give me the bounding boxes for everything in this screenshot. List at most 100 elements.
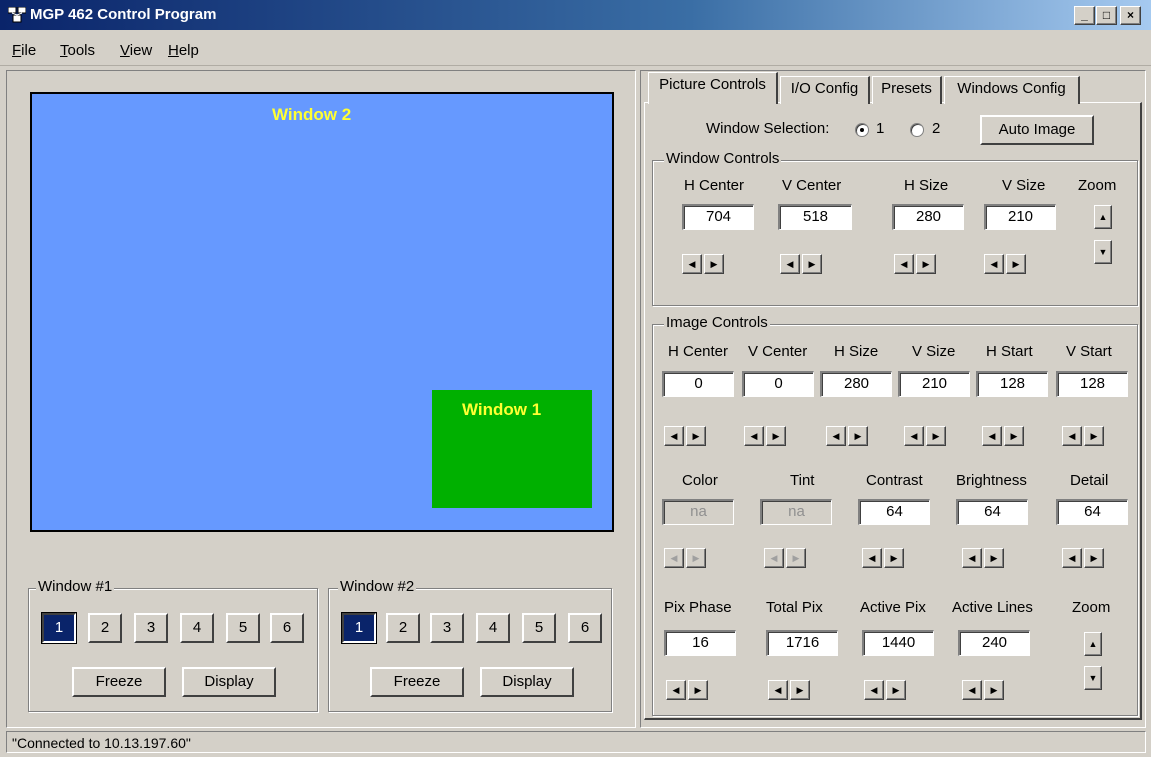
window-selection-radio-2[interactable] [910, 123, 924, 137]
window2-input-3[interactable]: 3 [430, 613, 464, 643]
ic-total-pix-label: Total Pix [766, 599, 823, 616]
ic-tint-right-arrow: ▶ [786, 548, 806, 568]
wc-v-center-right-arrow[interactable]: ▶ [802, 254, 822, 274]
ic-v-center-left-arrow[interactable]: ◀ [744, 426, 764, 446]
tab-io-config[interactable]: I/O Config [780, 76, 870, 104]
ic-v-start-left-arrow[interactable]: ◀ [1062, 426, 1082, 446]
ic-v-center-right-arrow[interactable]: ▶ [766, 426, 786, 446]
menu-view[interactable]: View [120, 42, 152, 59]
ic-brightness-left-arrow[interactable]: ◀ [962, 548, 982, 568]
ic-total-pix-right-arrow[interactable]: ▶ [790, 680, 810, 700]
ic-active-pix-right-arrow[interactable]: ▶ [886, 680, 906, 700]
auto-image-button[interactable]: Auto Image [980, 115, 1094, 145]
ic-contrast-right-arrow[interactable]: ▶ [884, 548, 904, 568]
window1-input-1[interactable]: 1 [41, 612, 77, 644]
ic-zoom-up[interactable]: ▲ [1084, 632, 1102, 656]
ic-detail-field[interactable]: 64 [1056, 499, 1128, 525]
window2-freeze-button[interactable]: Freeze [370, 667, 464, 697]
wc-h-center-field[interactable]: 704 [682, 204, 754, 230]
tab-picture-controls[interactable]: Picture Controls [648, 72, 778, 104]
menu-file[interactable]: File [12, 42, 36, 59]
wc-v-size-right-arrow[interactable]: ▶ [1006, 254, 1026, 274]
ic-tint-label: Tint [790, 472, 815, 489]
window2-input-2[interactable]: 2 [386, 613, 420, 643]
wc-zoom-up[interactable]: ▲ [1094, 205, 1112, 229]
ic-v-start-right-arrow[interactable]: ▶ [1084, 426, 1104, 446]
ic-contrast-field[interactable]: 64 [858, 499, 930, 525]
ic-h-start-label: H Start [986, 343, 1033, 360]
window2-display-button[interactable]: Display [480, 667, 574, 697]
ic-active-lines-field[interactable]: 240 [958, 630, 1030, 656]
wc-h-center-left-arrow[interactable]: ◀ [682, 254, 702, 274]
window2-input-6[interactable]: 6 [568, 613, 602, 643]
window1-display-button[interactable]: Display [182, 667, 276, 697]
wc-v-size-left-arrow[interactable]: ◀ [984, 254, 1004, 274]
window-title: MGP 462 Control Program [30, 6, 217, 23]
wc-v-center-field[interactable]: 518 [778, 204, 852, 230]
wc-h-center-right-arrow[interactable]: ▶ [704, 254, 724, 274]
ic-pix-phase-label: Pix Phase [664, 599, 732, 616]
tab-windows-config[interactable]: Windows Config [944, 76, 1080, 104]
window1-input-3[interactable]: 3 [134, 613, 168, 643]
window1-input-2[interactable]: 2 [88, 613, 122, 643]
window2-input-4[interactable]: 4 [476, 613, 510, 643]
ic-h-center-field[interactable]: 0 [662, 371, 734, 397]
ic-active-lines-left-arrow[interactable]: ◀ [962, 680, 982, 700]
window1-group-title: Window #1 [36, 578, 115, 595]
wc-zoom-down[interactable]: ▼ [1094, 240, 1112, 264]
ic-h-size-right-arrow[interactable]: ▶ [848, 426, 868, 446]
ic-total-pix-field[interactable]: 1716 [766, 630, 838, 656]
window2-input-1[interactable]: 1 [341, 612, 377, 644]
ic-brightness-field[interactable]: 64 [956, 499, 1028, 525]
ic-h-center-right-arrow[interactable]: ▶ [686, 426, 706, 446]
ic-total-pix-left-arrow[interactable]: ◀ [768, 680, 788, 700]
window1-input-6[interactable]: 6 [270, 613, 304, 643]
window-selection-radio-1[interactable] [855, 123, 869, 137]
wc-h-center-label: H Center [684, 177, 745, 194]
wc-v-size-field[interactable]: 210 [984, 204, 1056, 230]
window1-input-5[interactable]: 5 [226, 613, 260, 643]
ic-contrast-left-arrow[interactable]: ◀ [862, 548, 882, 568]
ic-zoom-down[interactable]: ▼ [1084, 666, 1102, 690]
ic-active-pix-field[interactable]: 1440 [862, 630, 934, 656]
menu-tools[interactable]: Tools [60, 42, 95, 59]
ic-h-size-label: H Size [834, 343, 879, 360]
window1-freeze-button[interactable]: Freeze [72, 667, 166, 697]
ic-pix-phase-left-arrow[interactable]: ◀ [666, 680, 686, 700]
ic-v-size-field[interactable]: 210 [898, 371, 970, 397]
maximize-button[interactable]: □ [1096, 6, 1117, 25]
ic-v-center-field[interactable]: 0 [742, 371, 814, 397]
ic-h-size-left-arrow[interactable]: ◀ [826, 426, 846, 446]
menu-file-label: ile [21, 42, 37, 59]
ic-v-start-field[interactable]: 128 [1056, 371, 1128, 397]
window2-input-5[interactable]: 5 [522, 613, 556, 643]
wc-v-center-left-arrow[interactable]: ◀ [780, 254, 800, 274]
ic-detail-left-arrow[interactable]: ◀ [1062, 548, 1082, 568]
ic-h-size-field[interactable]: 280 [820, 371, 892, 397]
ic-pix-phase-field[interactable]: 16 [664, 630, 736, 656]
ic-v-size-right-arrow[interactable]: ▶ [926, 426, 946, 446]
close-button[interactable]: × [1120, 6, 1141, 25]
tab-presets[interactable]: Presets [872, 76, 942, 104]
ic-h-start-field[interactable]: 128 [976, 371, 1048, 397]
ic-active-pix-left-arrow[interactable]: ◀ [864, 680, 884, 700]
wc-zoom-label: Zoom [1078, 177, 1117, 194]
wc-h-size-field[interactable]: 280 [892, 204, 964, 230]
wc-h-size-right-arrow[interactable]: ▶ [916, 254, 936, 274]
ic-brightness-right-arrow[interactable]: ▶ [984, 548, 1004, 568]
ic-h-center-left-arrow[interactable]: ◀ [664, 426, 684, 446]
window2-label: Window 2 [272, 105, 352, 124]
ic-active-lines-right-arrow[interactable]: ▶ [984, 680, 1004, 700]
ic-brightness-label: Brightness [956, 472, 1027, 489]
ic-h-start-left-arrow[interactable]: ◀ [982, 426, 1002, 446]
ic-h-start-right-arrow[interactable]: ▶ [1004, 426, 1024, 446]
menu-help[interactable]: Help [168, 42, 199, 59]
ic-pix-phase-right-arrow[interactable]: ▶ [688, 680, 708, 700]
menu-view-label: iew [129, 42, 153, 59]
wc-v-center-label: V Center [782, 177, 842, 194]
wc-h-size-left-arrow[interactable]: ◀ [894, 254, 914, 274]
ic-detail-right-arrow[interactable]: ▶ [1084, 548, 1104, 568]
minimize-button[interactable]: _ [1074, 6, 1095, 25]
ic-v-size-left-arrow[interactable]: ◀ [904, 426, 924, 446]
window1-input-4[interactable]: 4 [180, 613, 214, 643]
